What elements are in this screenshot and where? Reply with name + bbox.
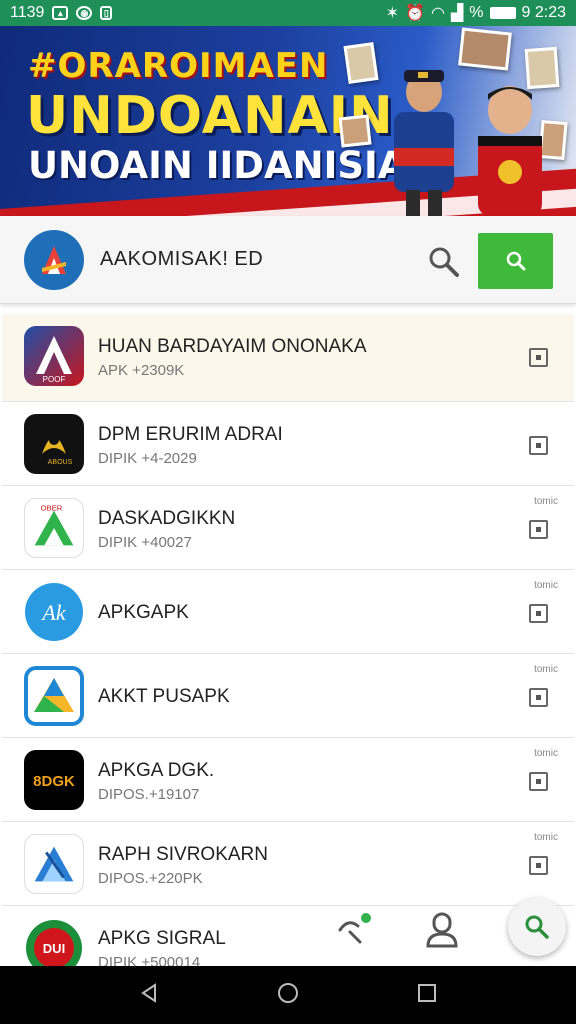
signal-icon: ▟ <box>450 5 464 22</box>
app-small-label: tomic <box>534 580 558 591</box>
back-icon[interactable] <box>138 982 160 1009</box>
banner-headline-3: UNOAIN IIDANISIA <box>28 144 407 187</box>
app-icon-text: ABOUS <box>48 459 73 466</box>
promo-banner[interactable]: #ORAROIMAEN UNDOANAIN UNOAIN IIDANISIA <box>0 26 576 216</box>
app-small-label: tomic <box>534 496 558 507</box>
app-icon-text: OBER <box>40 504 62 513</box>
bottom-action-bar <box>320 898 576 964</box>
app-subtitle: DIPIK +4-2029 <box>98 450 197 467</box>
download-icon[interactable] <box>529 348 548 367</box>
bluetooth-icon: ✶ <box>385 5 400 22</box>
search-header: AAKOMISAK! ED <box>0 216 576 304</box>
app-subtitle: DIPOS.+19107 <box>98 786 200 803</box>
search-icon[interactable] <box>426 244 460 278</box>
list-item[interactable]: RAPH SIVROKARN DIPOS.+220PK tomic <box>2 822 574 906</box>
share-icon[interactable] <box>334 910 374 950</box>
app-subtitle: APK +2309K <box>98 362 185 379</box>
app-icon-text: POOF <box>43 375 66 384</box>
app-list: POOF HUAN BARDAYAIM ONONAKA APK +2309K A… <box>2 314 574 990</box>
app-icon-text: DUI <box>43 941 65 956</box>
wifi-icon: ◠ <box>431 5 445 22</box>
message-notification-icon: ◉ <box>76 6 93 20</box>
search-button-icon <box>506 251 525 271</box>
dark-red-a-icon: POOF <box>24 326 84 386</box>
list-item[interactable]: 8DGK APKGA DGK. DIPOS.+19107 tomic <box>2 738 574 822</box>
status-time-right: 9 2:23 <box>521 4 566 21</box>
search-title: AAKOMISAK! ED <box>100 248 264 270</box>
download-icon[interactable] <box>529 436 548 455</box>
black-dgk-icon: 8DGK <box>24 750 84 810</box>
search-icon <box>525 915 549 939</box>
sim-notification-icon: ▯ <box>100 6 113 20</box>
banner-photo <box>458 27 512 71</box>
list-item[interactable]: AKKT PUSAPK tomic <box>2 654 574 738</box>
banner-headline-2: UNDOANAIN <box>26 86 394 146</box>
download-icon[interactable] <box>529 856 548 875</box>
app-title: APKGA DGK. <box>98 760 215 781</box>
image-notification-icon: ▴ <box>52 6 69 20</box>
recents-icon[interactable] <box>416 982 438 1009</box>
drive-triangle-icon <box>24 666 84 726</box>
account-icon[interactable] <box>422 910 462 950</box>
download-icon[interactable] <box>529 604 548 623</box>
app-title: APKG SIGRAL <box>98 928 226 949</box>
system-navigation-bar <box>0 966 576 1024</box>
app-logo-icon[interactable] <box>24 230 84 290</box>
list-item[interactable]: Ak APKGAPK tomic <box>2 570 574 654</box>
app-small-label: tomic <box>534 748 558 759</box>
battery-percent-symbol: % <box>469 4 484 21</box>
banner-headline-1: #ORAROIMAEN <box>28 46 329 86</box>
app-icon-text: Ak <box>40 600 66 625</box>
search-button[interactable] <box>478 233 553 289</box>
download-icon[interactable] <box>529 520 548 539</box>
app-icon-text: 8DGK <box>33 773 75 790</box>
battery-icon <box>489 7 516 19</box>
app-small-label: tomic <box>534 832 558 843</box>
alarm-icon: ⏰ <box>405 5 425 22</box>
app-title: RAPH SIVROKARN <box>98 844 268 865</box>
app-title: DASKADGIKKN <box>98 508 236 529</box>
banner-person-2 <box>458 80 558 216</box>
blue-guitar-icon <box>24 834 84 894</box>
download-icon[interactable] <box>529 688 548 707</box>
banner-person-1 <box>386 68 462 216</box>
list-item[interactable]: OBER DASKADGIKKN DIPIK +40027 tomic <box>2 486 574 570</box>
app-title: APKGAPK <box>98 602 189 623</box>
app-title: DPM ERURIM ADRAI <box>98 424 283 445</box>
list-item[interactable]: ABOUS DPM ERURIM ADRAI DIPIK +4-2029 <box>2 402 574 486</box>
app-title: HUAN BARDAYAIM ONONAKA <box>98 336 367 357</box>
download-icon[interactable] <box>529 772 548 791</box>
home-icon[interactable] <box>276 981 300 1010</box>
status-bar: 1139 ▴ ◉ ▯ ✶ ⏰ ◠ ▟ % 9 2:23 <box>0 0 576 26</box>
app-subtitle: DIPIK +40027 <box>98 534 192 551</box>
green-triangle-icon: OBER <box>24 498 84 558</box>
app-subtitle: DIPOS.+220PK <box>98 870 203 887</box>
app-title: AKKT PUSAPK <box>98 686 230 707</box>
black-gold-emblem-icon: ABOUS <box>24 414 84 474</box>
banner-photo <box>343 42 379 84</box>
banner-photo <box>338 114 372 148</box>
app-small-label: tomic <box>534 664 558 675</box>
blue-circle-ak-icon: Ak <box>24 582 84 642</box>
search-fab-button[interactable] <box>508 898 566 956</box>
list-item[interactable]: POOF HUAN BARDAYAIM ONONAKA APK +2309K <box>2 314 574 402</box>
status-time-left: 1139 <box>10 4 45 21</box>
